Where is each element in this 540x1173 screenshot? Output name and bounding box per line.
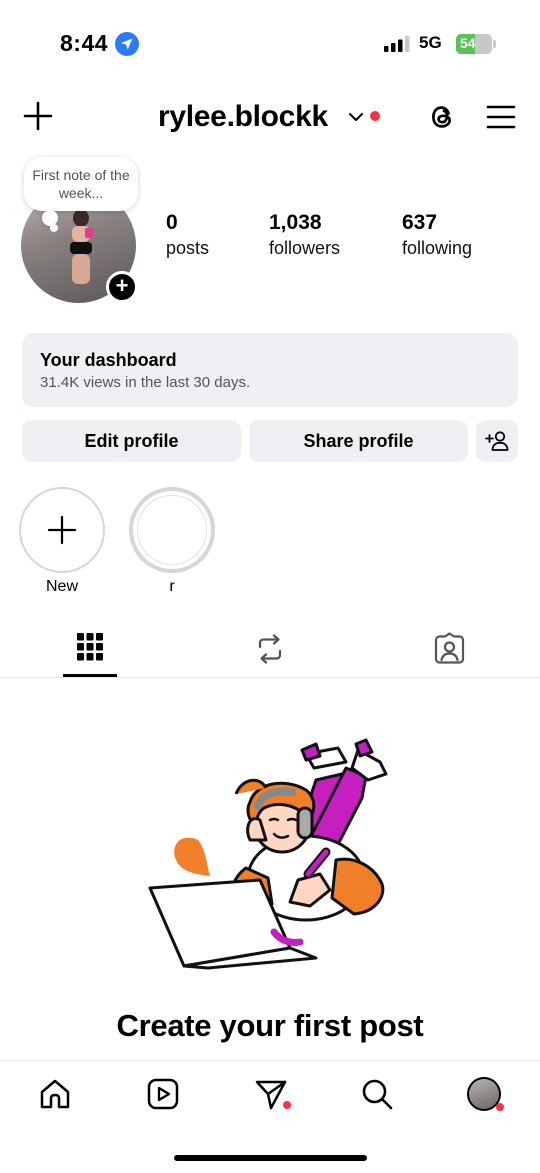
dashboard-card[interactable]: Your dashboard 31.4K views in the last 3… — [22, 333, 518, 407]
signal-bars-icon — [384, 36, 410, 52]
home-indicator — [174, 1155, 367, 1161]
share-profile-button[interactable]: Share profile — [249, 420, 468, 462]
highlight-r[interactable] — [129, 487, 215, 573]
add-story-button[interactable]: + — [106, 271, 138, 303]
dashboard-subtitle: 31.4K views in the last 30 days. — [40, 374, 251, 391]
tagged-icon[interactable] — [433, 632, 466, 665]
reposts-icon[interactable] — [255, 633, 285, 665]
threads-icon[interactable] — [426, 100, 458, 134]
stat-following[interactable]: 637 following — [402, 210, 472, 260]
stat-value: 0 — [166, 211, 178, 234]
plus-icon — [47, 515, 77, 545]
create-post-illustration — [148, 738, 388, 970]
edit-profile-button[interactable]: Edit profile — [22, 420, 241, 462]
status-bar: 8:44 5G 54 — [0, 0, 540, 88]
network-type: 5G — [419, 33, 442, 52]
avatar-photo — [70, 209, 93, 284]
note-bubble-tail-small — [50, 224, 58, 232]
stat-value: 1,038 — [269, 211, 322, 234]
stat-value: 637 — [402, 211, 438, 234]
profile-tabs — [0, 622, 540, 678]
stat-followers[interactable]: 1,038 followers — [269, 210, 340, 260]
active-tab-indicator — [63, 674, 117, 677]
highlight-label: r — [169, 578, 175, 595]
dashboard-title: Your dashboard — [40, 350, 177, 370]
battery-percent: 54 — [460, 35, 476, 51]
search-icon[interactable] — [360, 1077, 394, 1111]
profile-note[interactable]: First note of the week... — [24, 157, 138, 211]
location-arrow-icon — [115, 32, 139, 56]
plus-icon[interactable] — [22, 100, 54, 132]
discover-people-button[interactable] — [476, 420, 518, 462]
empty-state-title: Create your first post — [116, 1008, 424, 1043]
status-time: 8:44 — [60, 30, 109, 56]
stat-label: posts — [166, 238, 210, 258]
chevron-down-icon[interactable] — [348, 110, 364, 124]
stat-label: followers — [269, 238, 341, 258]
username[interactable]: rylee.blockk — [158, 100, 328, 134]
notification-dot — [370, 111, 380, 121]
home-icon[interactable] — [38, 1077, 72, 1111]
highlight-new[interactable] — [19, 487, 105, 573]
profile-header: rylee.blockk — [0, 88, 540, 148]
highlight-cover — [137, 495, 207, 565]
messages-badge — [283, 1101, 291, 1109]
add-person-icon — [485, 431, 509, 451]
stat-posts[interactable]: 0 posts — [166, 210, 209, 260]
stat-label: following — [402, 238, 473, 258]
reels-icon[interactable] — [146, 1077, 180, 1111]
grid-icon[interactable] — [76, 632, 104, 662]
highlight-label: New — [45, 578, 78, 595]
profile-badge — [496, 1103, 504, 1111]
menu-icon[interactable] — [486, 104, 516, 130]
battery-icon: 54 — [456, 34, 496, 54]
